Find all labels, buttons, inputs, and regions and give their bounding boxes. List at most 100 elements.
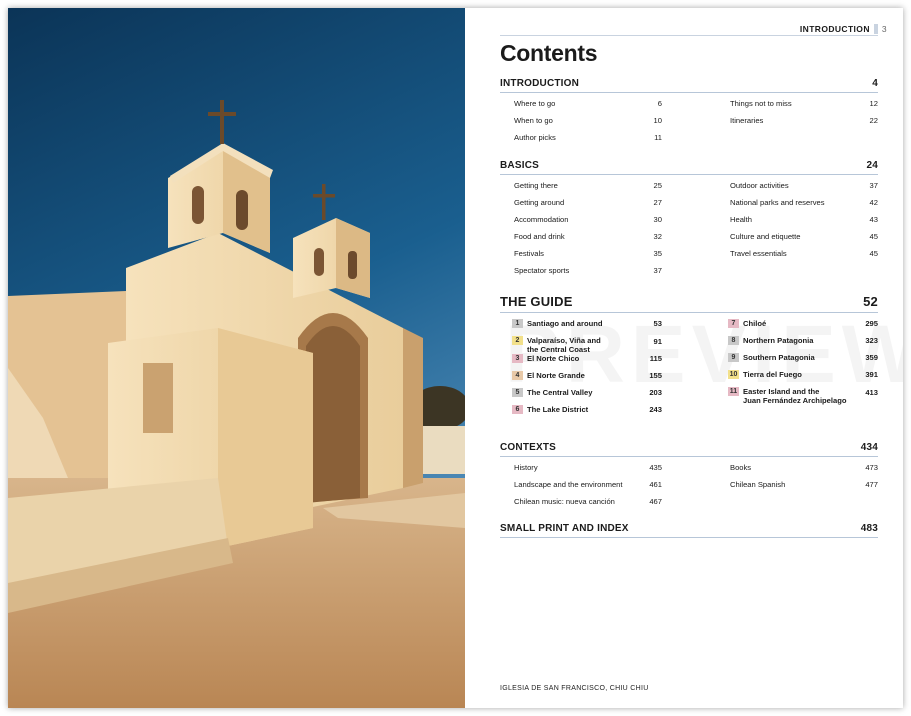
toc-entry-label: Landscape and the environment xyxy=(514,480,623,489)
toc-entry-label: National parks and reserves xyxy=(730,198,825,207)
section-page: 52 xyxy=(863,294,878,309)
toc-entry-label: Books xyxy=(730,463,752,472)
toc-entry-page: 25 xyxy=(653,181,662,190)
chapter-number-badge: 10 xyxy=(728,370,739,379)
toc-entry[interactable]: Landscape and the environment 461 xyxy=(500,480,662,497)
toc-entry[interactable]: Author picks 11 xyxy=(500,133,662,150)
toc-entry-page: 12 xyxy=(869,99,878,108)
toc-entry-page: 6 xyxy=(657,99,662,108)
toc-entry-page: 473 xyxy=(865,463,878,472)
toc-entry[interactable]: Festivals 35 xyxy=(500,249,662,266)
section-heading[interactable]: CONTEXTS 434 xyxy=(500,442,878,457)
section-heading[interactable]: SMALL PRINT AND INDEX 483 xyxy=(500,523,878,538)
chapter-entry[interactable]: 10 Tierra del Fuego 391 xyxy=(716,370,878,387)
chapter-entry[interactable]: 11 Easter Island and the Juan Fernández A… xyxy=(716,387,878,405)
toc-entry[interactable]: Chilean Spanish 477 xyxy=(716,480,878,497)
chapter-number-badge: 3 xyxy=(512,354,523,363)
toc-entry[interactable]: Getting around 27 xyxy=(500,198,662,215)
toc-entry-label: Chilean Spanish xyxy=(730,480,786,489)
toc-entry-page: 32 xyxy=(653,232,662,241)
toc-entry[interactable]: Food and drink 32 xyxy=(500,232,662,249)
chapter-label: Chiloé xyxy=(743,319,767,328)
chapter-label: Easter Island and the Juan Fernández Arc… xyxy=(743,387,847,405)
toc-entry-label: Things not to miss xyxy=(730,99,792,108)
right-column: Books 473 Chilean Spanish 477 xyxy=(716,463,878,514)
chapter-entry[interactable]: 7 Chiloé 295 xyxy=(716,319,878,336)
toc-entry[interactable]: Where to go 6 xyxy=(500,99,662,116)
toc-entry[interactable]: Accommodation 30 xyxy=(500,215,662,232)
chapter-number-badge: 1 xyxy=(512,319,523,328)
toc-entry[interactable]: Outdoor activities 37 xyxy=(716,181,878,198)
chapter-number-badge: 7 xyxy=(728,319,739,328)
chapter-entry[interactable]: 5 The Central Valley 203 xyxy=(500,388,662,405)
chapter-page: 413 xyxy=(865,388,878,397)
chapter-entry[interactable]: 1 Santiago and around 53 xyxy=(500,319,662,336)
toc-entry[interactable]: Health 43 xyxy=(716,215,878,232)
toc-entry[interactable]: Books 473 xyxy=(716,463,878,480)
toc-entry-page: 11 xyxy=(654,133,662,142)
toc-entry-page: 27 xyxy=(653,198,662,207)
toc-entry-label: Chilean music: nueva canción xyxy=(514,497,615,506)
toc-entry[interactable]: National parks and reserves 42 xyxy=(716,198,878,215)
section-basics: BASICS 24 Getting there 25 Getting around 2… xyxy=(500,160,878,283)
section-page: 24 xyxy=(866,160,878,171)
toc-entry-label: Food and drink xyxy=(514,232,565,241)
chapter-entry[interactable]: 3 El Norte Chico 115 xyxy=(500,354,662,371)
chapter-number-badge: 8 xyxy=(728,336,739,345)
chapter-label: El Norte Chico xyxy=(527,354,580,363)
chapter-entry[interactable]: 6 The Lake District 243 xyxy=(500,405,662,422)
chapter-page: 91 xyxy=(653,337,662,346)
toc-entry[interactable]: When to go 10 xyxy=(500,116,662,133)
chapter-label: Valparaíso, Viña and the Central Coast xyxy=(527,336,601,354)
toc-entry[interactable]: Spectator sports 37 xyxy=(500,266,662,283)
chapter-label: The Central Valley xyxy=(527,388,593,397)
church-illustration xyxy=(8,8,465,708)
toc-entry[interactable]: Getting there 25 xyxy=(500,181,662,198)
running-head: INTRODUCTION 3 xyxy=(800,24,887,34)
chapter-entry[interactable]: 2 Valparaíso, Viña and the Central Coast 9… xyxy=(500,336,662,354)
chapter-page: 203 xyxy=(649,388,662,397)
toc-entry-label: Spectator sports xyxy=(514,266,570,275)
toc-entry[interactable]: Culture and etiquette 45 xyxy=(716,232,878,249)
toc-entry[interactable]: Chilean music: nueva canción 467 xyxy=(500,497,662,514)
chapter-label: El Norte Grande xyxy=(527,371,585,380)
running-head-page: 3 xyxy=(881,24,887,34)
chapter-page: 53 xyxy=(653,319,662,328)
title-rule xyxy=(500,35,878,36)
section-introduction: INTRODUCTION 4 Where to go 6 When to go 10 A… xyxy=(500,78,878,150)
section-page: 483 xyxy=(860,523,878,534)
section-guide: THE GUIDE 52 1 Santiago and around 53 2 Valp… xyxy=(500,294,878,422)
chapter-entry[interactable]: 9 Southern Patagonia 359 xyxy=(716,353,878,370)
contents-page: PREVIEW VERSION INTRODUCTION 3 Contents … xyxy=(465,8,903,708)
chapter-entry[interactable]: 8 Northern Patagonia 323 xyxy=(716,336,878,353)
section-heading[interactable]: INTRODUCTION 4 xyxy=(500,78,878,93)
right-column: Outdoor activities 37 National parks and r… xyxy=(716,181,878,283)
right-column: Things not to miss 12 Itineraries 22 xyxy=(716,99,878,150)
section-small-print: SMALL PRINT AND INDEX 483 xyxy=(500,523,878,538)
toc-entry-label: Outdoor activities xyxy=(730,181,789,190)
chapter-label: The Lake District xyxy=(527,405,589,414)
section-heading[interactable]: BASICS 24 xyxy=(500,160,878,175)
chapter-number-badge: 9 xyxy=(728,353,739,362)
section-page: 4 xyxy=(872,78,878,89)
toc-entry-label: Author picks xyxy=(514,133,556,142)
toc-entry-page: 37 xyxy=(653,266,662,275)
toc-entry[interactable]: Itineraries 22 xyxy=(716,116,878,133)
toc-entry[interactable]: History 435 xyxy=(500,463,662,480)
section-heading[interactable]: THE GUIDE 52 xyxy=(500,294,878,313)
toc-entry[interactable]: Things not to miss 12 xyxy=(716,99,878,116)
toc-entry-label: Itineraries xyxy=(730,116,764,125)
page-title: Contents xyxy=(500,40,598,66)
toc-entry-page: 45 xyxy=(869,249,878,258)
left-column: History 435 Landscape and the environment 4… xyxy=(500,463,662,514)
section-title: INTRODUCTION xyxy=(500,78,580,89)
toc-entry-page: 435 xyxy=(649,463,662,472)
toc-entry-page: 477 xyxy=(865,480,878,489)
toc-entry-page: 45 xyxy=(869,232,878,241)
left-column: 1 Santiago and around 53 2 Valparaíso, Viña … xyxy=(500,319,662,422)
toc-entry-label: History xyxy=(514,463,538,472)
chapter-entry[interactable]: 4 El Norte Grande 155 xyxy=(500,371,662,388)
toc-entry-page: 35 xyxy=(653,249,662,258)
left-column: Getting there 25 Getting around 27 Accommoda… xyxy=(500,181,662,283)
toc-entry[interactable]: Travel essentials 45 xyxy=(716,249,878,266)
